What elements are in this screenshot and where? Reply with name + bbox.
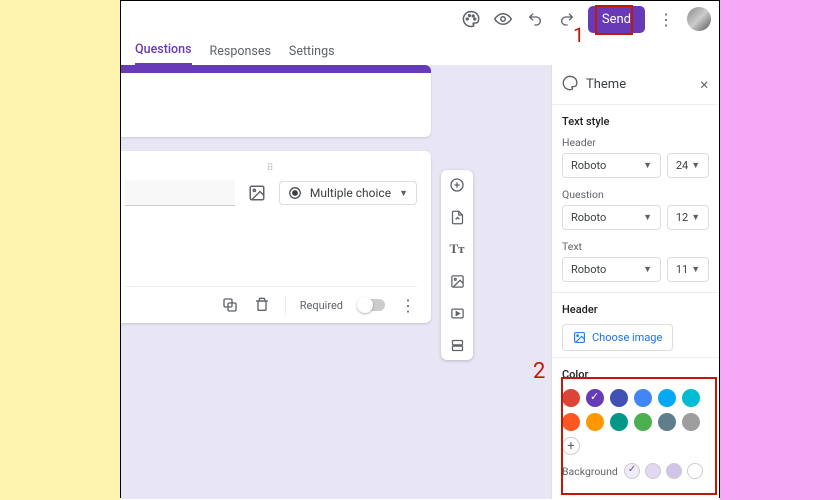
color-swatches: +: [562, 389, 709, 455]
add-image-icon-tool[interactable]: [448, 272, 466, 290]
background-swatch[interactable]: [666, 463, 682, 479]
preview-icon[interactable]: [492, 8, 514, 30]
question-input[interactable]: [125, 180, 235, 206]
background-swatch[interactable]: [687, 463, 703, 479]
color-swatch[interactable]: [634, 389, 652, 407]
add-color-icon[interactable]: +: [562, 437, 580, 455]
color-swatch[interactable]: [586, 389, 604, 407]
color-swatch[interactable]: [562, 413, 580, 431]
required-label: Required: [300, 299, 343, 312]
color-swatch[interactable]: [634, 413, 652, 431]
decorative-left: [0, 0, 120, 500]
add-video-icon[interactable]: [448, 304, 466, 322]
annotation-number-2: 2: [533, 359, 545, 384]
background-swatch[interactable]: [645, 463, 661, 479]
color-swatch[interactable]: [658, 389, 676, 407]
required-toggle[interactable]: [357, 299, 385, 311]
theme-icon[interactable]: [460, 8, 482, 30]
background-swatch[interactable]: [624, 463, 640, 479]
color-section-heading: Color: [562, 368, 709, 381]
header-label: Header: [562, 136, 709, 149]
drag-handle-icon[interactable]: ⠿: [125, 163, 417, 174]
add-title-icon[interactable]: Tᴛ: [448, 240, 466, 258]
color-swatch[interactable]: [610, 413, 628, 431]
delete-icon[interactable]: [253, 296, 271, 314]
text-font-select[interactable]: Roboto▼: [562, 257, 661, 282]
tab-settings[interactable]: Settings: [289, 44, 335, 65]
avatar[interactable]: [687, 7, 711, 31]
color-swatch[interactable]: [682, 389, 700, 407]
send-button[interactable]: Send: [588, 6, 645, 33]
question-type-label: Multiple choice: [310, 186, 391, 200]
floating-toolbar: Tᴛ: [441, 170, 473, 360]
question-size-select[interactable]: 12▼: [667, 205, 709, 230]
form-title-card[interactable]: [121, 65, 431, 137]
theme-panel: Theme ✕ Text style Header Roboto▼ 24▼ Qu…: [551, 65, 719, 499]
form-canvas: ⠿ Multiple choice ▼: [121, 65, 551, 499]
text-style-heading: Text style: [562, 115, 709, 128]
color-swatch[interactable]: [682, 413, 700, 431]
header-size-select[interactable]: 24▼: [667, 153, 709, 178]
top-toolbar: Send ⋮: [121, 1, 719, 37]
tab-responses[interactable]: Responses: [210, 44, 271, 65]
divider: [285, 295, 286, 315]
more-icon[interactable]: ⋮: [655, 8, 677, 30]
import-questions-icon[interactable]: [448, 208, 466, 226]
question-more-icon[interactable]: ⋮: [399, 296, 417, 314]
color-swatch[interactable]: [562, 389, 580, 407]
color-swatch[interactable]: [586, 413, 604, 431]
tab-questions[interactable]: Questions: [135, 42, 192, 65]
add-section-icon[interactable]: [448, 336, 466, 354]
add-image-icon[interactable]: [247, 183, 267, 203]
palette-icon: [562, 75, 578, 94]
color-swatch[interactable]: [610, 389, 628, 407]
question-label: Question: [562, 188, 709, 201]
header-section-heading: Header: [562, 303, 709, 316]
text-size-select[interactable]: 11▼: [667, 257, 709, 282]
panel-title: Theme: [586, 77, 699, 92]
question-font-select[interactable]: Roboto▼: [562, 205, 661, 230]
tabs: Questions Responses Settings: [121, 37, 719, 65]
choose-image-button[interactable]: Choose image: [562, 324, 673, 351]
chevron-down-icon: ▼: [399, 188, 408, 199]
question-card[interactable]: ⠿ Multiple choice ▼: [121, 151, 431, 323]
close-icon[interactable]: ✕: [699, 78, 709, 92]
background-label: Background: [562, 465, 618, 478]
app-frame: Send ⋮ Questions Responses Settings ⠿ Mu…: [120, 0, 720, 498]
duplicate-icon[interactable]: [221, 296, 239, 314]
decorative-right: [720, 0, 840, 500]
question-type-select[interactable]: Multiple choice ▼: [279, 181, 417, 205]
color-swatch[interactable]: [658, 413, 676, 431]
header-font-select[interactable]: Roboto▼: [562, 153, 661, 178]
text-label: Text: [562, 240, 709, 253]
annotation-number-1: 1: [573, 23, 584, 47]
undo-icon[interactable]: [524, 8, 546, 30]
add-question-icon[interactable]: [448, 176, 466, 194]
